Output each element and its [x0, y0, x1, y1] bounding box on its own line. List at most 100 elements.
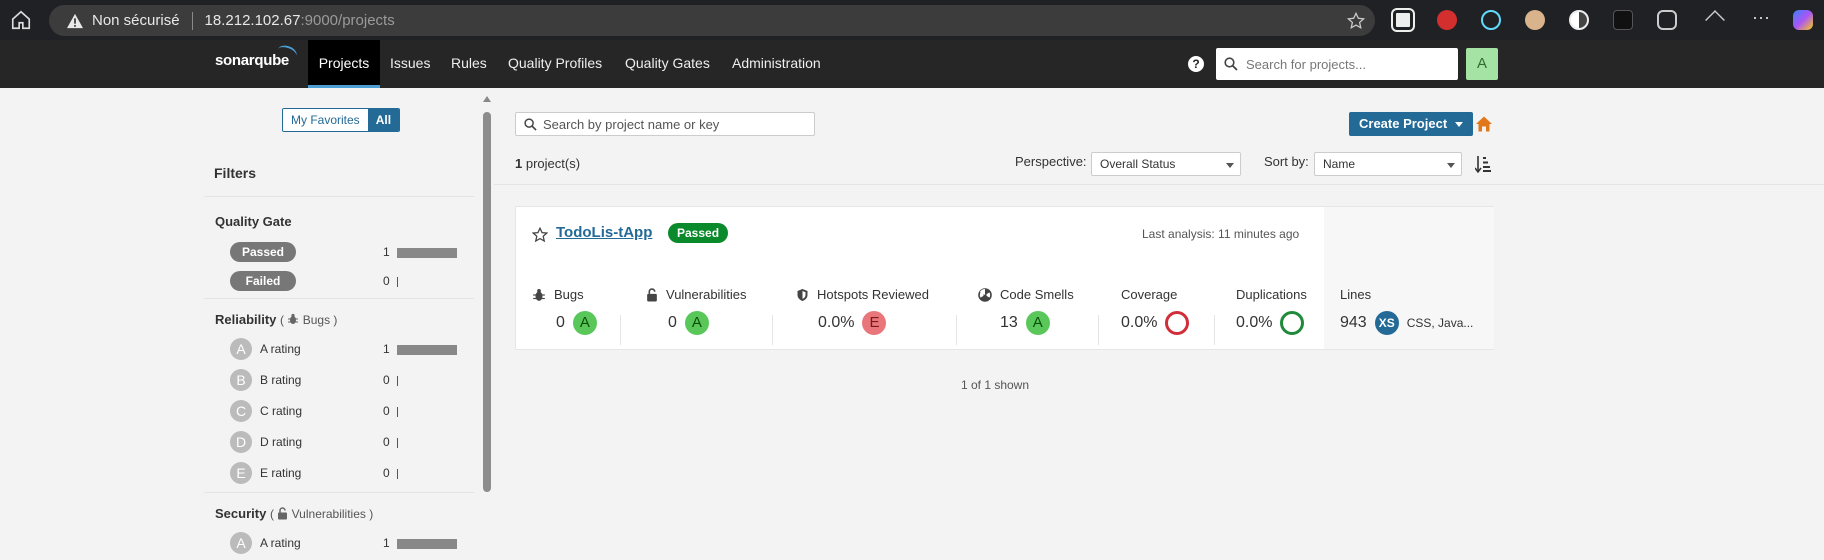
all-projects-button[interactable]: All	[367, 109, 400, 131]
favorites-bar-icon[interactable]	[1705, 10, 1725, 30]
sonarqube-logo[interactable]: sonarqube	[215, 43, 299, 69]
duplications-value[interactable]: 0.0%	[1236, 311, 1305, 335]
nav-administration[interactable]: Administration	[724, 40, 829, 88]
chevron-down-icon	[1226, 163, 1234, 168]
project-search-input[interactable]: Search by project name or key	[515, 112, 815, 136]
contrast-extension-icon[interactable]	[1569, 10, 1589, 30]
qr-extension-icon[interactable]	[1391, 8, 1415, 32]
rating-label: A rating	[260, 342, 301, 356]
code-smells-value[interactable]: 13 A	[1000, 311, 1050, 335]
vulnerabilities-value[interactable]: 0 A	[668, 311, 709, 335]
reliability-subtitle: ( Bugs )	[280, 313, 338, 327]
duplications-label: Duplications	[1236, 287, 1307, 302]
rating-label: D rating	[260, 435, 303, 449]
bugs-value[interactable]: 0 A	[556, 311, 597, 335]
nav-issues[interactable]: Issues	[382, 40, 438, 88]
global-search-input[interactable]: Search for projects...	[1216, 48, 1458, 80]
more-menu-icon[interactable]: ···	[1751, 8, 1771, 30]
filter-row-reliability-d[interactable]: D D rating 0	[230, 431, 460, 453]
dropdown-caret-icon	[1455, 122, 1464, 128]
lines-label-text: Lines	[1340, 287, 1372, 302]
rating-circle: B	[230, 369, 252, 391]
filter-row-reliability-a[interactable]: A A rating 1	[230, 338, 460, 360]
avatar-extension-icon[interactable]	[1525, 10, 1545, 30]
vulnerabilities-label-text: Vulnerabilities	[666, 287, 747, 302]
react-extension-icon[interactable]	[1481, 10, 1501, 30]
divider	[620, 315, 621, 345]
filter-bar	[397, 376, 398, 386]
coverage-label: Coverage	[1121, 287, 1177, 302]
code-smells-label-text: Code Smells	[1000, 287, 1074, 302]
filter-count: 1	[383, 245, 390, 259]
filters-title: Filters	[214, 165, 257, 181]
nav-rules[interactable]: Rules	[443, 40, 495, 88]
bugs-label: Bugs	[532, 287, 584, 302]
quality-gate-filter-title: Quality Gate	[215, 214, 292, 229]
pagination-summary: 1 of 1 shown	[960, 378, 1030, 392]
rating-circle: A	[230, 338, 252, 360]
red-extension-icon[interactable]	[1437, 10, 1457, 30]
main-navbar: sonarqube Projects Issues Rules Quality …	[0, 40, 1824, 88]
reliability-title-text: Reliability	[215, 312, 277, 327]
last-analysis: Last analysis: 11 minutes ago	[1142, 227, 1300, 241]
hotspots-label: Hotspots Reviewed	[796, 287, 929, 302]
duplications-label-text: Duplications	[1236, 287, 1307, 302]
perspective-select[interactable]: Overall Status	[1091, 152, 1241, 176]
vulnerabilities-rating: A	[684, 311, 709, 335]
homepage-icon[interactable]	[1475, 115, 1493, 133]
filter-row-failed[interactable]: Failed 0	[230, 270, 460, 292]
create-project-button[interactable]: Create Project	[1349, 112, 1474, 136]
favorites-toggle: My Favorites All	[282, 108, 401, 132]
filter-count: 0	[383, 404, 390, 418]
project-search-placeholder: Search by project name or key	[543, 116, 720, 132]
home-icon[interactable]	[10, 9, 32, 31]
puzzle-extension-icon[interactable]	[1657, 10, 1677, 30]
security-label: Non sécurisé	[92, 12, 180, 29]
divider	[1214, 315, 1215, 345]
address-separator	[191, 11, 193, 30]
copilot-icon[interactable]	[1793, 10, 1813, 30]
perspective-value: Overall Status	[1100, 157, 1176, 171]
scroll-up-arrow-icon[interactable]	[483, 96, 491, 102]
filter-row-reliability-b[interactable]: B B rating 0	[230, 369, 460, 391]
hotspots-percent: 0.0%	[818, 314, 855, 331]
shield-icon	[797, 288, 808, 301]
duplications-percent: 0.0%	[1236, 314, 1273, 331]
project-name-link[interactable]: TodoLis-tApp	[556, 224, 652, 241]
sort-direction-icon[interactable]	[1475, 155, 1491, 173]
search-icon	[524, 117, 537, 131]
reliability-sub-text: Bugs	[302, 313, 331, 327]
divider	[772, 315, 773, 345]
bugs-label-text: Bugs	[554, 287, 584, 302]
my-favorites-button[interactable]: My Favorites	[283, 109, 368, 131]
nav-quality-profiles[interactable]: Quality Profiles	[500, 40, 610, 88]
hotspots-label-text: Hotspots Reviewed	[817, 287, 929, 302]
nav-quality-gates[interactable]: Quality Gates	[617, 40, 718, 88]
filter-row-passed[interactable]: Passed 1	[230, 241, 460, 263]
user-avatar[interactable]: A	[1466, 48, 1498, 80]
nav-projects[interactable]: Projects	[308, 40, 380, 88]
address-bar[interactable]: Non sécurisé 18.212.102.67:9000/projects	[49, 5, 1375, 36]
hotspots-value[interactable]: 0.0% E	[818, 311, 887, 335]
favorite-star-icon[interactable]	[532, 227, 548, 243]
filter-row-reliability-e[interactable]: E E rating 0	[230, 462, 460, 484]
filter-bar	[397, 469, 398, 479]
sidebar-scroll-thumb[interactable]	[483, 112, 491, 492]
filter-count: 0	[383, 435, 390, 449]
filter-bar	[397, 539, 457, 549]
rating-circle: D	[230, 431, 252, 453]
help-icon[interactable]: ?	[1188, 56, 1204, 72]
rating-circle: C	[230, 400, 252, 422]
divider	[204, 196, 474, 197]
code-smells-rating: A	[1025, 311, 1050, 335]
favorite-star-icon[interactable]	[1347, 12, 1365, 30]
filters-sidebar: My Favorites All Filters Quality Gate Pa…	[0, 88, 494, 560]
filter-bar	[397, 438, 398, 448]
sort-select[interactable]: Name	[1314, 152, 1462, 176]
sort-by-label: Sort by:	[1264, 154, 1309, 169]
filter-row-reliability-c[interactable]: C C rating 0	[230, 400, 460, 422]
coverage-value[interactable]: 0.0%	[1121, 311, 1190, 335]
url-path: :9000/projects	[300, 12, 395, 29]
dark-extension-icon[interactable]	[1613, 10, 1633, 30]
filter-row-security-a[interactable]: A A rating 1	[230, 532, 460, 554]
